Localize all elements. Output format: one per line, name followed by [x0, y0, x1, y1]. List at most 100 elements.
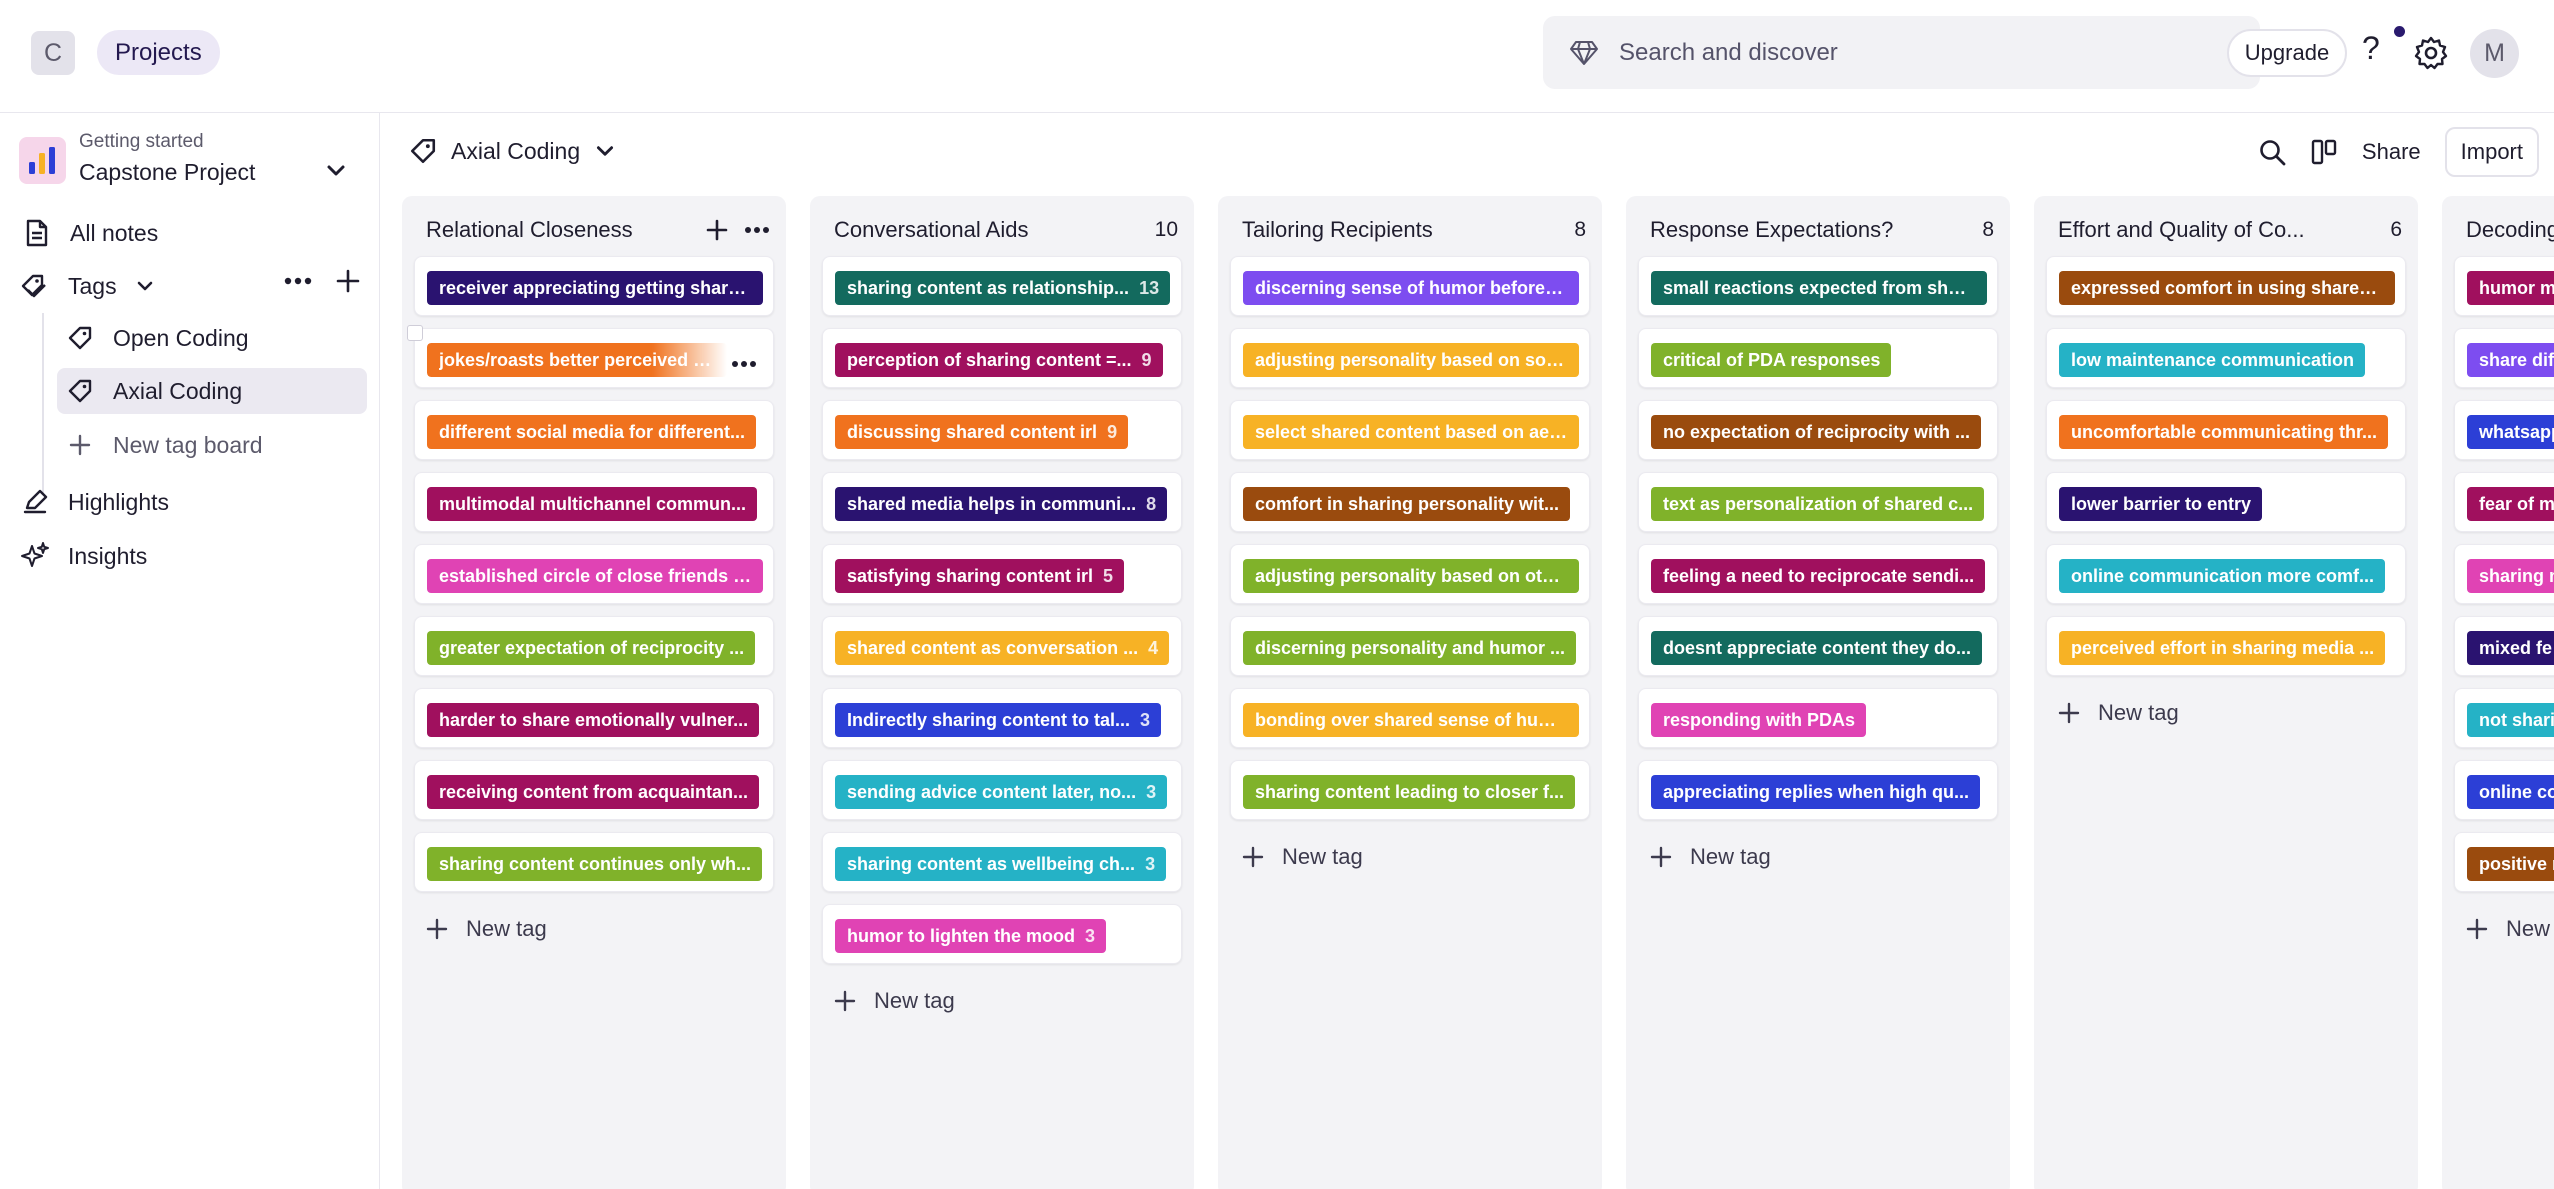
tag-chip[interactable]: perception of sharing content =... 9	[835, 343, 1163, 377]
column-header[interactable]: Decoding	[2466, 214, 2554, 246]
tag-card[interactable]: shared content as conversation ... 4	[822, 616, 1182, 676]
tag-card[interactable]: bonding over shared sense of humor	[1230, 688, 1590, 748]
tag-chip[interactable]: multimodal multichannel commun...	[427, 487, 758, 521]
tag-card[interactable]: humor m	[2454, 256, 2554, 316]
tag-chip[interactable]: critical of PDA responses	[1651, 343, 1892, 377]
tag-card[interactable]: receiver appreciating getting share...	[414, 256, 774, 316]
user-avatar[interactable]: M	[2470, 29, 2519, 78]
tag-chip[interactable]: sharing m	[2467, 559, 2554, 593]
tag-card[interactable]: text as personalization of shared c...	[1638, 472, 1998, 532]
tag-chip[interactable]: greater expectation of reciprocity ...	[427, 631, 756, 665]
tag-card[interactable]: feeling a need to reciprocate sendi...	[1638, 544, 1998, 604]
tag-card[interactable]: shared media helps in communi... 8	[822, 472, 1182, 532]
tag-column[interactable]: Decoding humor m share dif whatsapp fear of …	[2442, 196, 2554, 1189]
column-header[interactable]: Effort and Quality of Co... 6	[2058, 214, 2402, 246]
column-title[interactable]: Conversational Aids	[834, 217, 1028, 243]
tag-chip[interactable]: positive r	[2467, 847, 2554, 881]
tag-column[interactable]: Effort and Quality of Co... 6 expressed co…	[2034, 196, 2418, 1189]
board-view-icon[interactable]	[2310, 138, 2338, 166]
chevron-down-icon[interactable]	[594, 140, 616, 162]
tag-card[interactable]: positive r	[2454, 832, 2554, 892]
column-header[interactable]: Tailoring Recipients 8	[1242, 214, 1586, 246]
tag-card[interactable]: share dif	[2454, 328, 2554, 388]
new-tag-board-button[interactable]: New tag board	[57, 422, 263, 468]
search-bar[interactable]: Search and discover	[1543, 16, 2260, 89]
tag-column[interactable]: Response Expectations? 8 small reactions e…	[1626, 196, 2010, 1189]
tag-chip[interactable]: sharing content continues only wh...	[427, 847, 763, 881]
column-title[interactable]: Effort and Quality of Co...	[2058, 217, 2305, 243]
tag-chip[interactable]: established circle of close friends t...	[427, 559, 763, 593]
share-button[interactable]: Share	[2362, 139, 2421, 165]
tag-column[interactable]: Relational Closeness receiver appreciatin…	[402, 196, 786, 1189]
tag-card[interactable]: greater expectation of reciprocity ...	[414, 616, 774, 676]
tag-chip[interactable]: doesnt appreciate content they do...	[1651, 631, 1983, 665]
tag-card[interactable]: uncomfortable communicating thr...	[2046, 400, 2406, 460]
tag-chip[interactable]: receiver appreciating getting share...	[427, 271, 763, 305]
tag-chip[interactable]: bonding over shared sense of humor	[1243, 703, 1579, 737]
tag-chip[interactable]: humor m	[2467, 271, 2554, 305]
tag-card[interactable]: doesnt appreciate content they do...	[1638, 616, 1998, 676]
tag-chip[interactable]: harder to share emotionally vulner...	[427, 703, 760, 737]
upgrade-button[interactable]: Upgrade	[2227, 29, 2347, 77]
tag-chip[interactable]: adjusting personality based on oth...	[1243, 559, 1579, 593]
tag-card[interactable]: adjusting personality based on soc...	[1230, 328, 1590, 388]
new-tag-button[interactable]: New tag	[1242, 844, 1363, 870]
plus-icon[interactable]	[706, 219, 728, 241]
tag-card[interactable]: different social media for different...	[414, 400, 774, 460]
tag-chip[interactable]: receiving content from acquaintan...	[427, 775, 760, 809]
tag-chip[interactable]: appreciating replies when high qu...	[1651, 775, 1981, 809]
tag-card[interactable]: responding with PDAs	[1638, 688, 1998, 748]
tag-chip[interactable]: discerning personality and humor ...	[1243, 631, 1577, 665]
gear-icon[interactable]	[2413, 35, 2449, 71]
plus-icon[interactable]	[336, 269, 360, 293]
tag-chip[interactable]: share dif	[2467, 343, 2554, 377]
sidebar-item-axial-coding[interactable]: Axial Coding	[57, 368, 367, 414]
tag-chip[interactable]: perceived effort in sharing media ...	[2059, 631, 2386, 665]
tag-card[interactable]: select shared content based on aes...	[1230, 400, 1590, 460]
sidebar-item-open-coding[interactable]: Open Coding	[57, 315, 367, 361]
tag-column[interactable]: Conversational Aids 10 sharing content as …	[810, 196, 1194, 1189]
column-header[interactable]: Conversational Aids 10	[834, 214, 1178, 246]
new-tag-button[interactable]: New tag	[2058, 700, 2179, 726]
help-icon[interactable]: ?	[2362, 30, 2390, 74]
tag-card[interactable]: Indirectly sharing content to tal... 3	[822, 688, 1182, 748]
tag-chip[interactable]: sharing content leading to closer f...	[1243, 775, 1576, 809]
tag-chip[interactable]: sharing content as wellbeing ch... 3	[835, 847, 1167, 881]
nav-insights[interactable]: Insights	[20, 533, 147, 579]
tag-card[interactable]: critical of PDA responses	[1638, 328, 1998, 388]
tag-card[interactable]: appreciating replies when high qu...	[1638, 760, 1998, 820]
tag-chip[interactable]: select shared content based on aes...	[1243, 415, 1579, 449]
tag-card[interactable]: humor to lighten the mood 3	[822, 904, 1182, 964]
new-tag-button[interactable]: New tag	[1650, 844, 1771, 870]
tag-chip[interactable]: jokes/roasts better perceived whe	[427, 343, 727, 377]
tag-card[interactable]: perception of sharing content =... 9	[822, 328, 1182, 388]
tag-card[interactable]: whatsapp	[2454, 400, 2554, 460]
tag-chip[interactable]: adjusting personality based on soc...	[1243, 343, 1579, 377]
workspace-badge[interactable]: C	[31, 31, 75, 75]
tag-chip[interactable]: satisfying sharing content irl 5	[835, 559, 1125, 593]
tag-card[interactable]: jokes/roasts better perceived whe	[407, 325, 774, 388]
tag-card[interactable]: multimodal multichannel commun...	[414, 472, 774, 532]
tag-card[interactable]: discussing shared content irl 9	[822, 400, 1182, 460]
tag-chip[interactable]: discussing shared content irl 9	[835, 415, 1129, 449]
tag-card[interactable]: lower barrier to entry	[2046, 472, 2406, 532]
board-title[interactable]: Axial Coding	[409, 137, 616, 165]
tag-chip[interactable]: small reactions expected from shar...	[1651, 271, 1987, 305]
tag-card[interactable]: sharing m	[2454, 544, 2554, 604]
tag-chip[interactable]: shared content as conversation ... 4	[835, 631, 1170, 665]
tag-card[interactable]: satisfying sharing content irl 5	[822, 544, 1182, 604]
tag-card[interactable]: sharing content as relationship... 13	[822, 256, 1182, 316]
tag-card[interactable]: discerning sense of humor beforeh...	[1230, 256, 1590, 316]
nav-tags[interactable]: Tags	[20, 263, 155, 309]
tag-card[interactable]: established circle of close friends t...	[414, 544, 774, 604]
projects-button[interactable]: Projects	[97, 30, 220, 75]
column-title[interactable]: Decoding	[2466, 217, 2554, 243]
more-icon[interactable]	[744, 226, 770, 234]
tag-card[interactable]: sharing content leading to closer f...	[1230, 760, 1590, 820]
nav-all-notes[interactable]: All notes	[22, 210, 158, 256]
tag-column[interactable]: Tailoring Recipients 8 discerning sense of…	[1218, 196, 1602, 1189]
tag-card[interactable]: online communication more comf...	[2046, 544, 2406, 604]
tag-chip[interactable]: Indirectly sharing content to tal... 3	[835, 703, 1162, 737]
search-icon[interactable]	[2258, 138, 2286, 166]
tag-chip[interactable]: no expectation of reciprocity with ...	[1651, 415, 1982, 449]
